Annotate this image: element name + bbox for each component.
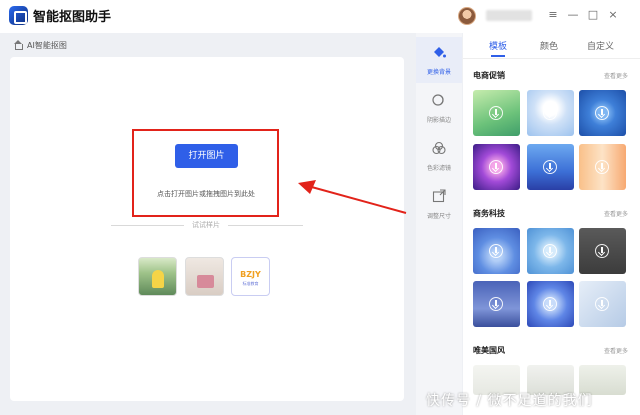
download-icon[interactable] <box>489 244 503 258</box>
download-icon[interactable] <box>543 297 557 311</box>
maximize-button[interactable]: □ <box>586 8 600 22</box>
template-thumb[interactable] <box>473 228 520 274</box>
breadcrumb-label: AI智能抠图 <box>27 40 67 50</box>
app-logo-icon <box>9 6 28 25</box>
paint-bucket-icon <box>434 47 446 58</box>
tool-change-background[interactable]: 更换背景 <box>416 37 462 83</box>
download-icon[interactable] <box>595 297 609 311</box>
title-bar: 智能抠图助手 ≡ — □ × <box>0 0 640 33</box>
minimize-button[interactable]: — <box>566 8 580 22</box>
tab-divider <box>463 58 640 59</box>
highlight-box <box>132 129 279 217</box>
active-tab-indicator <box>491 55 505 57</box>
download-icon[interactable] <box>489 106 503 120</box>
download-icon[interactable] <box>595 244 609 258</box>
template-thumb[interactable] <box>579 90 626 136</box>
app-title: 智能抠图助手 <box>33 10 112 25</box>
resize-icon <box>432 189 446 203</box>
sample-logo-sub: 标准教育 <box>242 281 259 286</box>
template-thumb[interactable] <box>579 281 626 327</box>
sample-image-2[interactable] <box>185 257 224 296</box>
tool-color-filter[interactable]: 色彩滤镜 <box>416 133 462 179</box>
breadcrumb[interactable]: AI智能抠图 <box>13 38 67 52</box>
template-thumb[interactable] <box>527 90 574 136</box>
sample-image-1[interactable] <box>138 257 177 296</box>
drop-hint: 点击打开图片或拖拽图片到此处 <box>157 190 255 198</box>
menu-icon[interactable]: ≡ <box>546 8 560 22</box>
download-icon[interactable] <box>595 106 609 120</box>
template-thumb[interactable] <box>473 281 520 327</box>
tool-label: 更换背景 <box>426 69 451 76</box>
template-thumb[interactable] <box>473 90 520 136</box>
color-filter-icon <box>432 141 446 155</box>
section-title-business: 商务科技 <box>473 209 505 218</box>
section-title-ecommerce: 电商促销 <box>473 71 505 80</box>
see-more-link[interactable]: 查看更多 <box>604 71 628 80</box>
shadow-icon <box>432 94 444 106</box>
open-image-button[interactable]: 打开图片 <box>175 144 238 168</box>
tool-label: 色彩滤镜 <box>426 165 451 172</box>
tool-resize[interactable]: 调整尺寸 <box>416 181 462 227</box>
tab-color[interactable]: 颜色 <box>540 39 558 52</box>
section-title-chinese-style: 唯美国风 <box>473 346 505 355</box>
download-icon[interactable] <box>543 106 557 120</box>
tool-rail: 更换背景 阴影描边 色彩滤镜 调整尺寸 <box>416 33 462 415</box>
watermark: 快传号 / 微不足道的我们 <box>426 393 593 409</box>
sample-logo-text: BZJY <box>240 270 261 279</box>
download-icon[interactable] <box>489 297 503 311</box>
see-more-link[interactable]: 查看更多 <box>604 346 628 355</box>
template-thumb[interactable] <box>527 144 574 190</box>
download-icon[interactable] <box>489 160 503 174</box>
username-redacted[interactable] <box>486 10 532 21</box>
template-thumb[interactable] <box>473 144 520 190</box>
template-thumb[interactable] <box>527 228 574 274</box>
annotation-arrow-icon <box>298 180 407 214</box>
close-button[interactable]: × <box>606 8 620 22</box>
home-icon[interactable] <box>13 40 23 50</box>
avatar[interactable] <box>458 7 476 25</box>
template-thumb[interactable] <box>527 281 574 327</box>
tab-template[interactable]: 模板 <box>489 39 507 52</box>
template-thumb[interactable] <box>579 228 626 274</box>
samples-label: 试试样片 <box>184 220 228 230</box>
template-panel: 模板 颜色 自定义 电商促销 查看更多 商务科技 查看更多 唯美国风 查看更多 <box>463 33 640 415</box>
sample-image-3[interactable]: BZJY 标准教育 <box>231 257 270 296</box>
see-more-link[interactable]: 查看更多 <box>604 209 628 218</box>
tool-label: 调整尺寸 <box>426 213 451 220</box>
download-icon[interactable] <box>595 160 609 174</box>
template-thumb[interactable] <box>579 144 626 190</box>
tab-custom[interactable]: 自定义 <box>587 39 614 52</box>
tool-shadow-stroke[interactable]: 阴影描边 <box>416 85 462 131</box>
download-icon[interactable] <box>543 244 557 258</box>
tool-label: 阴影描边 <box>426 117 451 124</box>
download-icon[interactable] <box>543 160 557 174</box>
